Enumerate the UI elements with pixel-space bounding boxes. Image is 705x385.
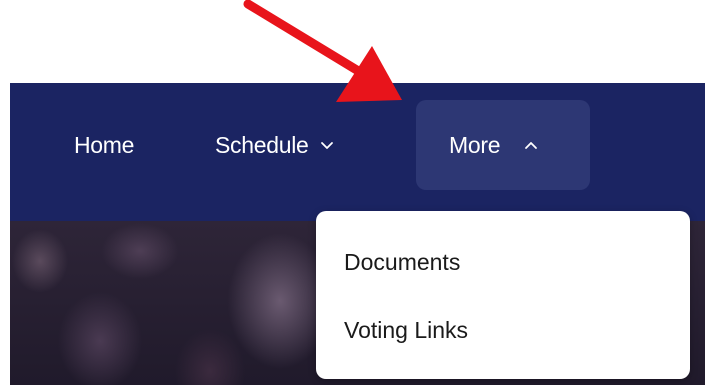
nav-item-more[interactable]: More (416, 100, 590, 190)
nav-item-label: Schedule (215, 131, 309, 158)
nav-item-label: More (449, 131, 501, 158)
chevron-down-icon (320, 142, 333, 149)
main-navbar: Home Schedule More (10, 83, 705, 221)
dropdown-item-documents[interactable]: Documents (344, 249, 460, 276)
screenshot-stage: Home Schedule More Documents Voting Link… (0, 0, 705, 385)
nav-item-schedule[interactable]: Schedule (215, 100, 335, 190)
dropdown-item-voting-links[interactable]: Voting Links (344, 317, 468, 344)
nav-item-home[interactable]: Home (74, 100, 134, 190)
more-dropdown-menu: Documents Voting Links (316, 211, 690, 379)
nav-item-label: Home (74, 131, 135, 158)
chevron-up-icon (525, 142, 538, 149)
